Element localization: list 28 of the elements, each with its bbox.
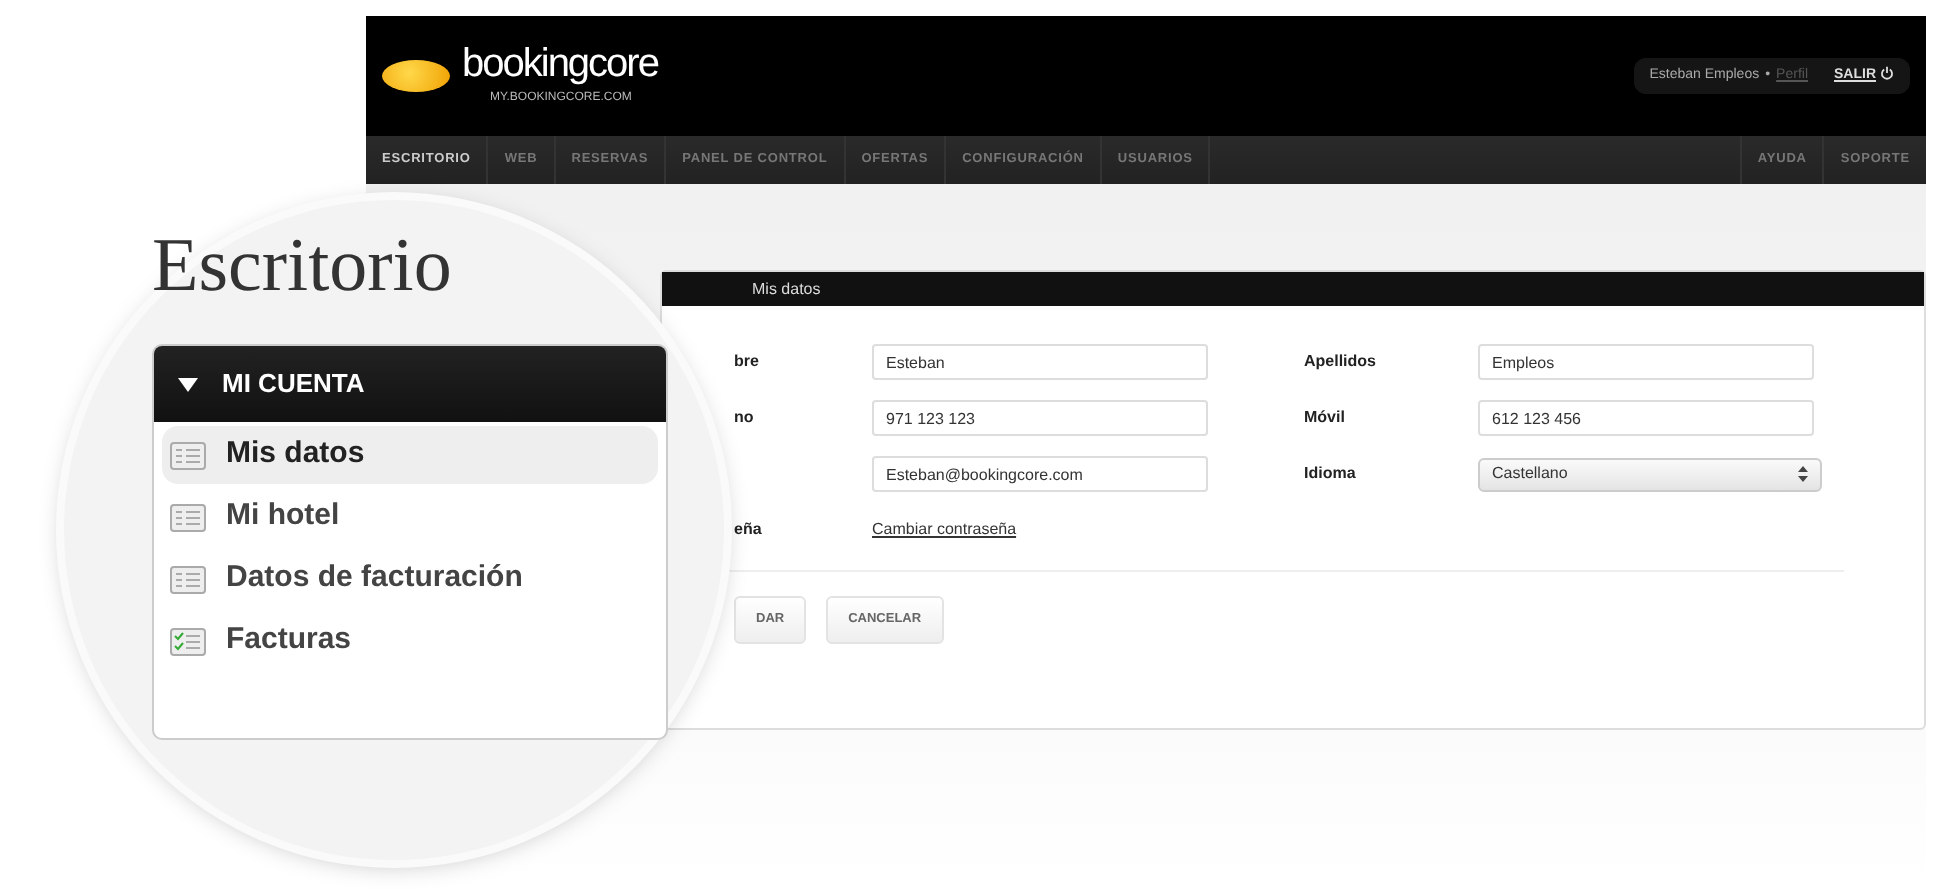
- checklist-icon: [170, 627, 206, 655]
- list-icon: [170, 565, 206, 593]
- logo-icon: [382, 60, 450, 92]
- field-label: no: [734, 406, 756, 430]
- list-icon: [170, 441, 206, 469]
- input-field[interactable]: Esteban: [872, 344, 1208, 380]
- password-link[interactable]: Cambiar contraseña: [872, 518, 1017, 542]
- input-field[interactable]: 612 123 456: [1478, 400, 1814, 436]
- list-icon: [170, 503, 206, 531]
- menu-item[interactable]: Datos de facturación: [162, 550, 658, 608]
- field-label: eña: [734, 518, 764, 542]
- field-label: Idioma: [1302, 462, 1358, 486]
- input-field[interactable]: Empleos: [1478, 344, 1814, 380]
- menu-header[interactable]: MI CUENTA: [154, 346, 666, 422]
- menu-item[interactable]: Mi hotel: [162, 488, 658, 546]
- page-title: Escritorio: [152, 228, 452, 304]
- field-label: Móvil: [1302, 406, 1347, 430]
- select-field[interactable]: Castellano: [1478, 457, 1822, 491]
- input-field[interactable]: Esteban@bookingcore.com: [872, 456, 1208, 492]
- panel-title: Mis datos: [662, 272, 1924, 306]
- power-icon: [1880, 66, 1894, 81]
- menu-item[interactable]: Mis datos: [162, 426, 658, 484]
- input-field[interactable]: 971 123 123: [872, 400, 1208, 436]
- logo-text: bookingcore: [462, 42, 658, 87]
- menu-item[interactable]: Facturas: [162, 612, 658, 670]
- field-label: bre: [734, 350, 761, 374]
- updown-arrow-icon: [1798, 462, 1808, 486]
- field-label: Apellidos: [1302, 350, 1379, 374]
